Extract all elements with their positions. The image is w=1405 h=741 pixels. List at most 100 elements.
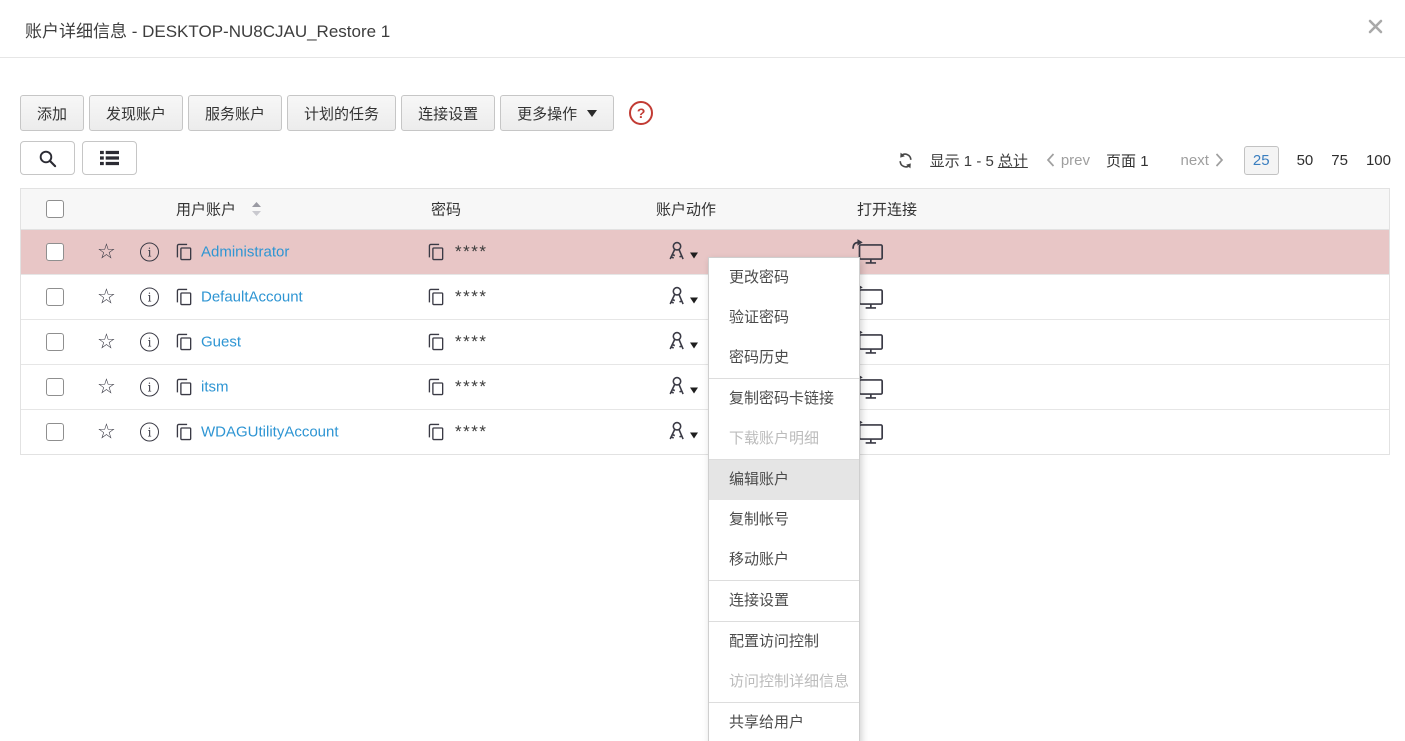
search-icon: [38, 149, 57, 168]
add-button[interactable]: 添加: [20, 95, 85, 131]
menu-item-password-history[interactable]: 密码历史: [709, 338, 859, 378]
account-actions-menu-trigger[interactable]: [665, 375, 698, 400]
copy-account-name-icon[interactable]: [176, 378, 192, 396]
chevron-down-icon: [690, 387, 698, 393]
table-row-guest[interactable]: ☆ i Guest ****: [21, 320, 1389, 365]
page-size-option-50[interactable]: 50: [1297, 152, 1314, 169]
row-checkbox[interactable]: [46, 333, 64, 351]
info-icon[interactable]: i: [140, 377, 159, 397]
toolbar: 添加 发现账户 服务账户 计划的任务 连接设置 更多操作 ?: [20, 95, 654, 131]
account-name-link[interactable]: Guest: [201, 334, 241, 351]
account-actions-context-menu: 更改密码 验证密码 密码历史 复制密码卡链接 下载账户明细 编辑账户 复制帐号 …: [708, 257, 860, 741]
chevron-down-icon: [690, 432, 698, 438]
table-row-defaultaccount[interactable]: ☆ i DefaultAccount ****: [21, 275, 1389, 320]
page-size-option-75[interactable]: 75: [1331, 152, 1348, 169]
account-actions-menu-trigger[interactable]: [665, 330, 698, 355]
favorite-star-icon[interactable]: ☆: [97, 421, 116, 444]
table-row-wdagutilityaccount[interactable]: ☆ i WDAGUtilityAccount ****: [21, 410, 1389, 454]
menu-item-change-password[interactable]: 更改密码: [709, 258, 859, 298]
pagination: 显示 1 - 5 总计 prev 页面 1 next 25 50 75 100: [897, 142, 1391, 178]
copy-account-name-icon[interactable]: [176, 333, 192, 351]
chevron-down-icon: [690, 252, 698, 258]
list-controls: [20, 141, 144, 175]
menu-item-edit-account[interactable]: 编辑账户: [709, 459, 859, 500]
menu-item-download-account-details: 下载账户明细: [729, 430, 820, 447]
favorite-star-icon[interactable]: ☆: [97, 331, 116, 354]
copy-account-name-icon[interactable]: [176, 288, 192, 306]
chevron-left-icon[interactable]: [1046, 153, 1055, 167]
info-icon[interactable]: i: [140, 242, 159, 262]
account-actions-menu-trigger[interactable]: [665, 285, 698, 310]
search-button[interactable]: [20, 141, 75, 175]
more-actions-button[interactable]: 更多操作: [500, 95, 615, 131]
service-accounts-button[interactable]: 服务账户: [188, 95, 283, 131]
favorite-star-icon[interactable]: ☆: [97, 241, 116, 264]
copy-password-icon[interactable]: [428, 243, 444, 261]
page-size-option-25[interactable]: 25: [1243, 145, 1279, 175]
menu-item-access-control-details: 访问控制详细信息: [729, 673, 850, 690]
copy-account-name-icon[interactable]: [176, 423, 192, 441]
copy-password-icon[interactable]: [428, 378, 444, 396]
table-row-administrator[interactable]: ☆ i Administrator ****: [21, 230, 1389, 275]
account-details-panel: 账户详细信息 - DESKTOP-NU8CJAU_Restore 1 添加 发现…: [0, 0, 1405, 741]
table-header-row: 用户账户 密码 账户动作 打开连接: [21, 189, 1389, 230]
account-name-link[interactable]: itsm: [201, 379, 229, 396]
account-name-link[interactable]: DefaultAccount: [201, 289, 303, 306]
copy-password-icon[interactable]: [428, 423, 444, 441]
help-icon[interactable]: ?: [629, 101, 654, 125]
table-row-itsm[interactable]: ☆ i itsm ****: [21, 365, 1389, 410]
close-icon[interactable]: [1368, 19, 1383, 34]
account-name-link[interactable]: WDAGUtilityAccount: [201, 424, 339, 441]
column-header-open-connection: 打开连接: [857, 201, 918, 219]
chevron-down-icon: [690, 297, 698, 303]
favorite-star-icon[interactable]: ☆: [97, 376, 116, 399]
total-count-link[interactable]: 总计: [998, 150, 1028, 171]
chevron-down-icon: [587, 109, 598, 117]
current-page-label: 页面 1: [1106, 152, 1149, 170]
row-checkbox[interactable]: [46, 378, 64, 396]
row-checkbox[interactable]: [46, 243, 64, 261]
copy-password-icon[interactable]: [428, 333, 444, 351]
next-page-button[interactable]: next: [1181, 152, 1209, 169]
menu-item-verify-password[interactable]: 验证密码: [709, 298, 859, 338]
page-size-option-100[interactable]: 100: [1366, 152, 1391, 169]
copy-password-icon[interactable]: [428, 288, 444, 306]
discover-accounts-button[interactable]: 发现账户: [89, 95, 184, 131]
info-icon[interactable]: i: [140, 287, 159, 307]
column-header-user-account[interactable]: 用户账户: [176, 199, 236, 220]
page-title: 账户详细信息 - DESKTOP-NU8CJAU_Restore 1: [25, 22, 391, 41]
menu-item-move-account[interactable]: 移动账户: [709, 540, 859, 580]
row-checkbox[interactable]: [46, 423, 64, 441]
password-mask: ****: [455, 422, 488, 441]
prev-page-button[interactable]: prev: [1061, 152, 1090, 169]
favorite-star-icon[interactable]: ☆: [97, 286, 116, 309]
refresh-icon[interactable]: [897, 152, 914, 169]
menu-item-share-with-user[interactable]: 共享给用户: [709, 702, 859, 741]
info-icon[interactable]: i: [140, 332, 159, 352]
list-view-button[interactable]: [82, 141, 137, 175]
account-actions-menu-trigger[interactable]: [665, 240, 698, 265]
row-checkbox[interactable]: [46, 288, 64, 306]
password-mask: ****: [455, 332, 488, 351]
menu-item-copy-account[interactable]: 复制帐号: [709, 500, 859, 540]
column-header-password: 密码: [431, 201, 462, 219]
info-icon[interactable]: i: [140, 422, 159, 442]
chevron-down-icon: [690, 342, 698, 348]
menu-item-connection-settings[interactable]: 连接设置: [709, 580, 859, 621]
column-header-account-actions: 账户动作: [656, 201, 717, 219]
title-divider: [0, 57, 1405, 58]
connection-settings-button[interactable]: 连接设置: [401, 95, 496, 131]
account-actions-menu-trigger[interactable]: [665, 420, 698, 445]
showing-range-label: 显示 1 - 5: [929, 152, 994, 170]
copy-account-name-icon[interactable]: [176, 243, 192, 261]
menu-item-copy-password-card-link[interactable]: 复制密码卡链接: [709, 378, 859, 419]
select-all-checkbox[interactable]: [46, 200, 64, 218]
sort-icon[interactable]: [252, 202, 261, 216]
more-actions-label: 更多操作: [517, 105, 578, 123]
password-mask: ****: [455, 287, 488, 306]
menu-item-configure-access-control[interactable]: 配置访问控制: [709, 621, 859, 662]
account-name-link[interactable]: Administrator: [201, 244, 289, 261]
chevron-right-icon[interactable]: [1215, 153, 1224, 167]
password-mask: ****: [455, 377, 488, 396]
scheduled-tasks-button[interactable]: 计划的任务: [287, 95, 397, 131]
